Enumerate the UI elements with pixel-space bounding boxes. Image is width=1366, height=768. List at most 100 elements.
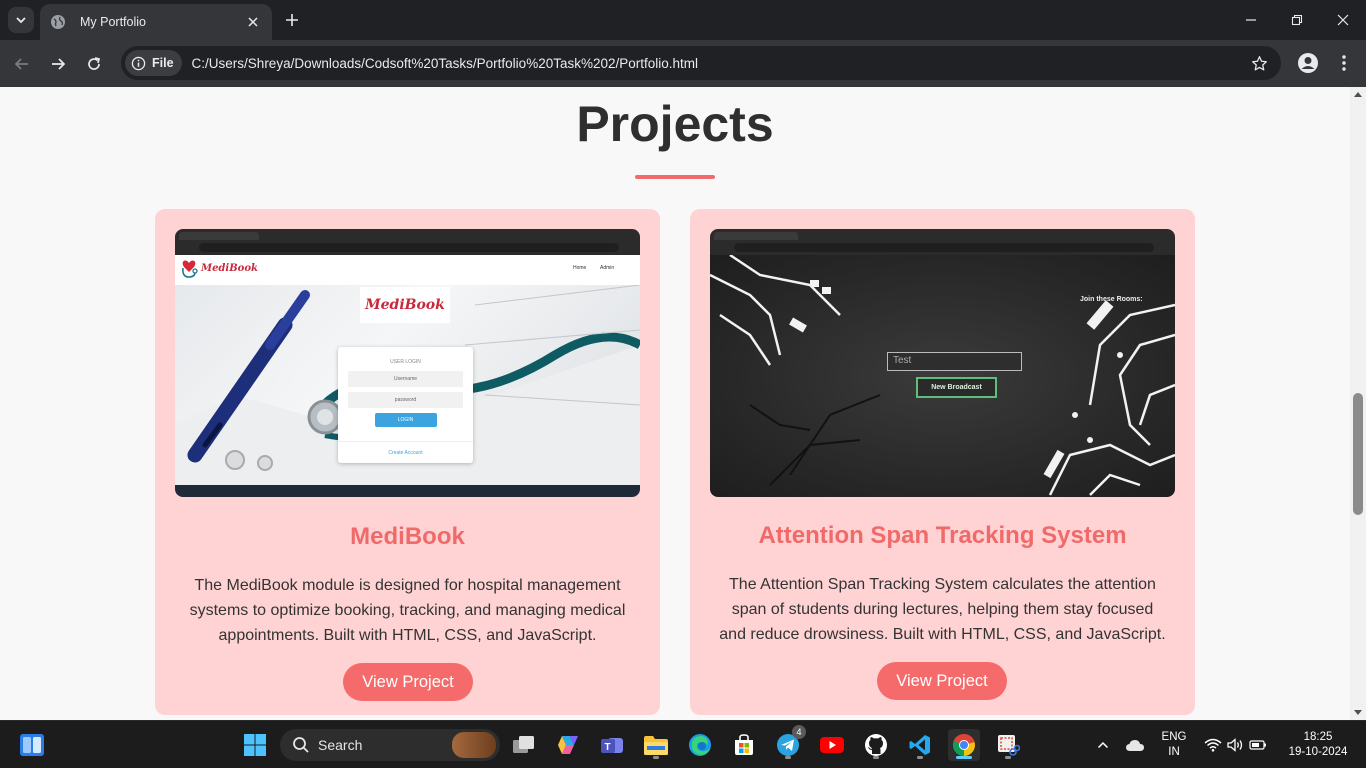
quick-settings-button[interactable] <box>1200 729 1270 761</box>
arrow-right-icon <box>52 58 66 70</box>
github-button[interactable] <box>860 729 892 761</box>
restore-icon <box>1291 14 1303 26</box>
project-description: The MediBook module is designed for hosp… <box>189 577 626 644</box>
join-rooms-label: Join these Rooms: <box>1080 296 1143 303</box>
input-language-indicator[interactable]: ENG IN <box>1156 730 1192 760</box>
view-project-button[interactable]: View Project <box>877 662 1007 700</box>
forward-button[interactable] <box>44 50 72 78</box>
site-info-chip[interactable]: File <box>125 50 182 76</box>
scroll-thumb[interactable] <box>1353 393 1363 515</box>
task-view-icon <box>513 736 534 753</box>
show-hidden-icons-button[interactable] <box>1090 729 1116 761</box>
chevron-down-icon <box>16 17 26 24</box>
file-explorer-button[interactable] <box>640 729 672 761</box>
page-viewport: Projects MediBook Home Admin MediBook US… <box>0 87 1366 720</box>
tab-title: My Portfolio <box>80 15 146 29</box>
widgets-icon <box>20 734 44 756</box>
address-bar[interactable]: File C:/Users/Shreya/Downloads/Codsoft%2… <box>121 46 1281 80</box>
project-card-medibook: MediBook Home Admin MediBook USER LOGIN … <box>155 209 660 715</box>
copilot-button[interactable] <box>552 729 584 761</box>
snipping-tool-button[interactable] <box>992 729 1024 761</box>
more-vertical-icon <box>1342 55 1346 71</box>
minimize-button[interactable] <box>1228 6 1274 34</box>
widgets-button[interactable] <box>16 729 48 761</box>
reload-button[interactable] <box>80 50 108 78</box>
close-icon <box>1337 14 1349 26</box>
project-card-attention-span: Join these Rooms: Test New Broadcast Att… <box>690 209 1195 715</box>
start-button[interactable] <box>239 729 271 761</box>
info-icon <box>131 56 146 70</box>
url-text[interactable]: C:/Users/Shreya/Downloads/Codsoft%20Task… <box>192 56 1245 71</box>
svg-text:T: T <box>605 742 611 753</box>
search-label: Search <box>318 737 363 753</box>
project-screenshot-attention-span: Join these Rooms: Test New Broadcast <box>710 229 1175 497</box>
store-icon <box>735 734 753 755</box>
search-icon <box>293 737 309 753</box>
github-icon <box>865 734 887 756</box>
project-description: The Attention Span Tracking System calcu… <box>719 576 1166 643</box>
clock-time: 18:25 <box>1303 731 1333 743</box>
teams-icon: T <box>601 738 623 753</box>
volume-icon <box>1226 738 1242 752</box>
title-underline <box>635 175 715 179</box>
edge-icon <box>689 734 711 756</box>
back-button[interactable] <box>8 50 36 78</box>
chrome-icon <box>952 734 975 757</box>
section-title: Projects <box>576 96 774 152</box>
search-highlight-image <box>452 732 496 758</box>
minimize-icon <box>1246 19 1256 21</box>
telegram-button[interactable]: 4 <box>772 725 806 761</box>
cloud-icon <box>1126 740 1144 751</box>
telegram-badge: 4 <box>792 725 806 739</box>
project-title: Attention Span Tracking System <box>758 522 1127 549</box>
onedrive-button[interactable] <box>1120 729 1150 761</box>
site-chip-label: File <box>152 56 174 70</box>
medibook-nav-logo: MediBook <box>201 263 258 274</box>
copilot-icon <box>558 736 578 754</box>
edge-button[interactable] <box>684 729 716 761</box>
project-title: MediBook <box>350 523 465 550</box>
tab-search-button[interactable] <box>8 7 34 33</box>
wifi-icon <box>1204 738 1221 752</box>
project-screenshot-medibook: MediBook Home Admin MediBook USER LOGIN … <box>175 229 640 497</box>
microsoft-store-button[interactable] <box>728 729 760 761</box>
snipping-tool-icon <box>998 735 1020 756</box>
medibook-login-box: USER LOGIN Username password LOGIN Creat… <box>338 347 473 463</box>
vscode-button[interactable] <box>904 729 936 761</box>
profile-button[interactable] <box>1294 49 1322 77</box>
new-tab-button[interactable] <box>280 8 304 32</box>
star-icon <box>1251 55 1267 71</box>
view-project-button[interactable]: View Project <box>343 663 473 701</box>
task-view-button[interactable] <box>508 729 540 761</box>
chrome-button[interactable] <box>948 729 980 761</box>
close-icon <box>248 17 258 27</box>
browser-toolbar: File C:/Users/Shreya/Downloads/Codsoft%2… <box>0 40 1366 87</box>
browser-tab-active[interactable]: My Portfolio <box>40 4 272 40</box>
restore-button[interactable] <box>1274 6 1320 34</box>
medibook-hero-logo: MediBook <box>360 287 450 323</box>
windows-taskbar: Search T 4 ENG IN 18:25 19-10-2024 <box>0 720 1366 768</box>
new-broadcast-button: New Broadcast <box>916 377 997 398</box>
clock-date: 19-10-2024 <box>1288 746 1348 758</box>
youtube-button[interactable] <box>816 729 848 761</box>
person-icon <box>1298 53 1318 73</box>
reload-icon <box>88 57 101 70</box>
vscode-icon <box>909 735 930 755</box>
taskbar-search[interactable]: Search <box>280 729 500 761</box>
bookmark-button[interactable] <box>1245 49 1273 77</box>
browser-menu-button[interactable] <box>1332 49 1356 77</box>
browser-tab-bar: My Portfolio <box>0 0 1366 40</box>
globe-icon <box>51 15 65 29</box>
close-window-button[interactable] <box>1320 6 1366 34</box>
folder-icon <box>644 736 668 755</box>
room-name-input: Test <box>887 352 1022 371</box>
teams-button[interactable]: T <box>596 729 628 761</box>
windows-logo-icon <box>244 734 266 756</box>
scroll-down-icon[interactable] <box>1354 708 1362 716</box>
clock[interactable]: 18:25 19-10-2024 <box>1278 730 1358 760</box>
battery-icon <box>1248 740 1266 750</box>
scroll-up-icon[interactable] <box>1354 91 1362 99</box>
arrow-left-icon <box>14 58 28 70</box>
tab-close-button[interactable] <box>244 13 262 31</box>
page-scrollbar[interactable] <box>1350 87 1366 720</box>
